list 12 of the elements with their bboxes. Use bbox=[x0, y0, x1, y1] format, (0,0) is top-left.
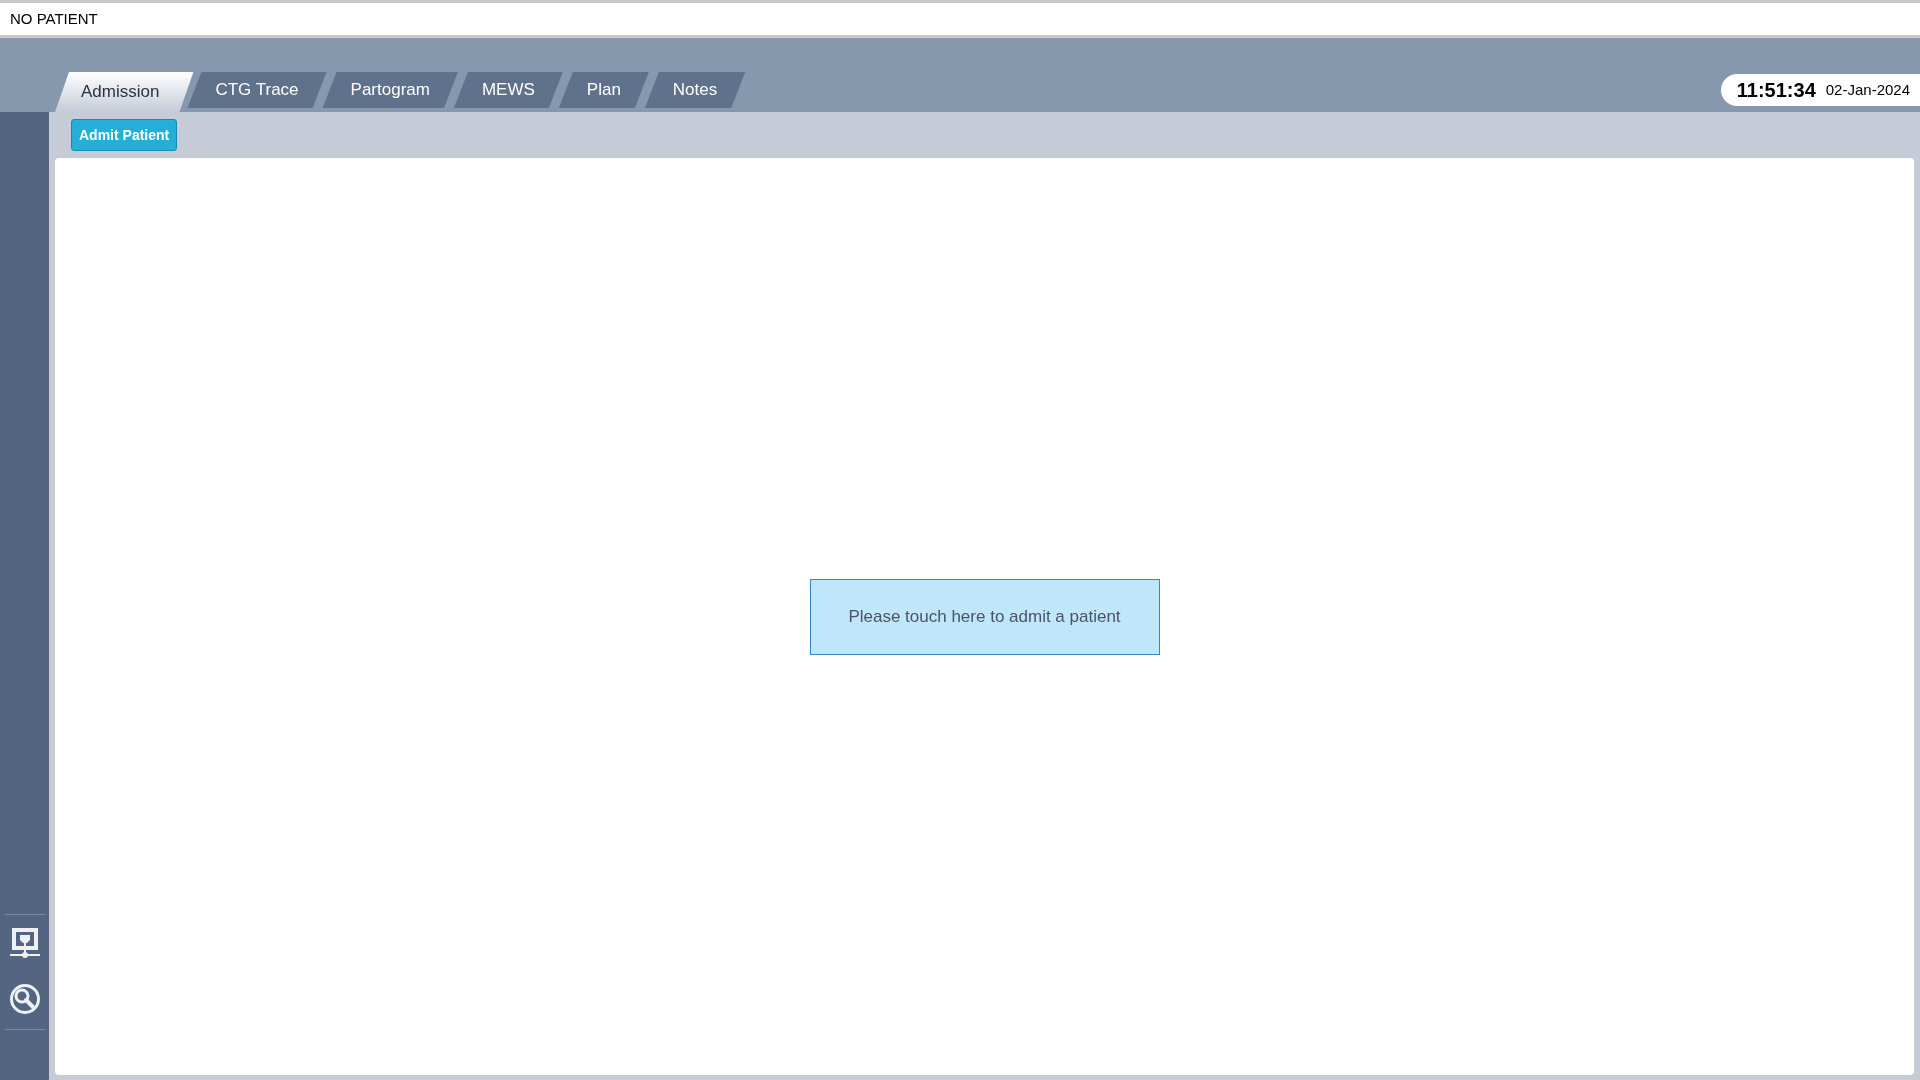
network-icon[interactable] bbox=[9, 927, 40, 961]
tab[interactable]: MEWS bbox=[453, 72, 563, 108]
admit-patient-button[interactable]: Admit Patient bbox=[71, 119, 178, 151]
tab[interactable]: Plan bbox=[558, 72, 649, 108]
clock-time: 11:51:34 bbox=[1736, 78, 1816, 103]
patient-status: NO PATIENT bbox=[10, 8, 98, 29]
tab[interactable]: CTG Trace bbox=[187, 72, 327, 108]
tab[interactable]: Notes bbox=[644, 72, 746, 108]
tab[interactable]: Partogram bbox=[322, 72, 458, 108]
tab[interactable]: Admission bbox=[55, 72, 194, 112]
clock-date: 02-Jan-2024 bbox=[1825, 79, 1910, 100]
admit-prompt-button[interactable]: Please touch here to admit a patient bbox=[809, 578, 1160, 655]
